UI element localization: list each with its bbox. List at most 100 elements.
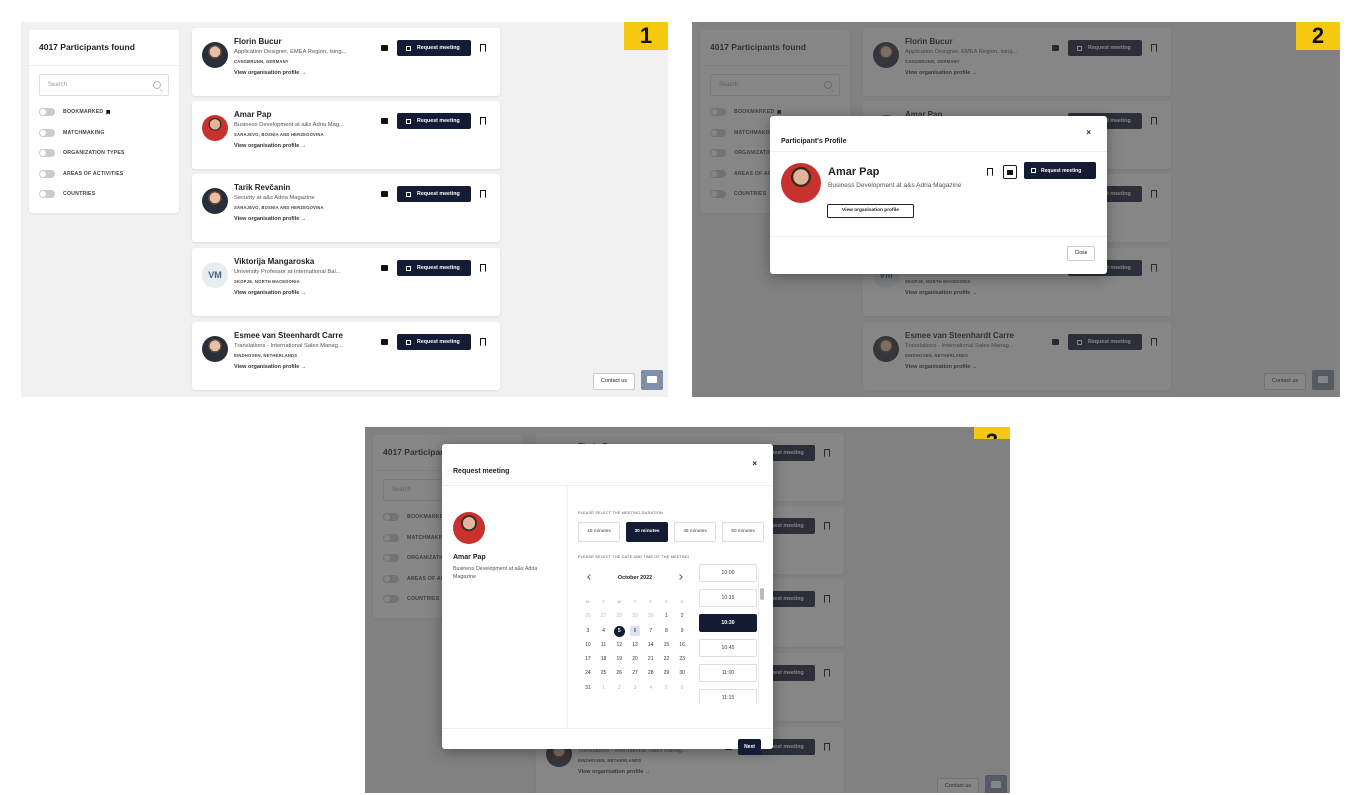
calendar-day[interactable]: 27	[627, 666, 643, 680]
time-slot[interactable]: 10:45	[699, 639, 757, 657]
request-meeting-button[interactable]: Request meeting	[397, 260, 471, 276]
participant-name[interactable]: Tarik Revčanin	[234, 183, 290, 192]
calendar-day[interactable]: 15	[659, 638, 675, 652]
view-organisation-link[interactable]: View organisation profile →	[234, 290, 306, 296]
view-organisation-link[interactable]: View organisation profile →	[234, 70, 306, 76]
filter-toggle-row[interactable]: COUNTRIES	[29, 184, 179, 205]
bookmark-icon[interactable]	[480, 44, 486, 52]
calendar-day[interactable]: 3	[580, 624, 596, 638]
toggle-switch[interactable]	[39, 190, 55, 199]
view-organisation-link[interactable]: View organisation profile →	[234, 216, 306, 222]
calendar-day[interactable]: 9	[674, 624, 690, 638]
chat-icon[interactable]	[381, 191, 388, 197]
calendar-day[interactable]: 31	[580, 681, 596, 695]
chat-icon[interactable]	[381, 265, 388, 271]
time-slot[interactable]: 10:15	[699, 589, 757, 607]
request-meeting-button[interactable]: Request meeting	[397, 40, 471, 56]
duration-option[interactable]: 45 minutes	[674, 522, 716, 542]
calendar-day[interactable]: 29	[627, 609, 643, 623]
participant-name[interactable]: Esmee van Steenhardt Carre	[234, 331, 343, 340]
calendar-day[interactable]: 26	[611, 666, 627, 680]
chat-icon[interactable]	[381, 118, 388, 124]
duration-option[interactable]: 30 minutes	[626, 522, 668, 542]
bookmark-icon[interactable]	[480, 338, 486, 346]
time-slot[interactable]: 11:00	[699, 664, 757, 682]
toggle-switch[interactable]	[39, 149, 55, 158]
bookmark-icon[interactable]	[480, 117, 486, 125]
calendar-day[interactable]: 1	[596, 681, 612, 695]
filter-toggle-row[interactable]: AREAS OF ACTIVITIES	[29, 164, 179, 185]
calendar-day[interactable]: 25	[596, 666, 612, 680]
duration-option[interactable]: 60 minutes	[722, 522, 764, 542]
calendar-day[interactable]: 23	[674, 652, 690, 666]
calendar-day[interactable]: 30	[643, 609, 659, 623]
participant-name[interactable]: Viktorija Mangaroska	[234, 257, 314, 266]
calendar-day[interactable]: 17	[580, 652, 596, 666]
chat-widget-button[interactable]	[641, 370, 663, 390]
request-meeting-button[interactable]: Request meeting	[1024, 162, 1096, 179]
toggle-switch[interactable]	[39, 169, 55, 178]
filter-toggle-row[interactable]: MATCHMAKING	[29, 123, 179, 144]
bookmark-icon[interactable]	[480, 264, 486, 272]
calendar-day[interactable]: 28	[611, 609, 627, 623]
calendar-day[interactable]: 18	[596, 652, 612, 666]
calendar-day[interactable]: 12	[611, 638, 627, 652]
calendar-day[interactable]: 2	[611, 681, 627, 695]
calendar-day[interactable]: 16	[674, 638, 690, 652]
search-input[interactable]: Search	[39, 74, 169, 96]
calendar-day[interactable]: 29	[659, 666, 675, 680]
request-meeting-button[interactable]: Request meeting	[397, 186, 471, 202]
calendar-day[interactable]: 10	[580, 638, 596, 652]
calendar-day[interactable]: 13	[627, 638, 643, 652]
bookmark-icon[interactable]	[480, 190, 486, 198]
calendar-day[interactable]: 6	[627, 624, 643, 638]
chat-icon[interactable]	[381, 339, 388, 345]
calendar-day[interactable]: 7	[643, 624, 659, 638]
close-icon[interactable]: ×	[752, 459, 757, 468]
calendar-day[interactable]: 27	[596, 609, 612, 623]
close-icon[interactable]: ×	[1086, 128, 1091, 137]
calendar-day[interactable]: 6	[674, 681, 690, 695]
calendar-day[interactable]: 19	[611, 652, 627, 666]
calendar-day[interactable]: 8	[659, 624, 675, 638]
time-slot[interactable]: 10:30	[699, 614, 757, 632]
calendar-day[interactable]: 30	[674, 666, 690, 680]
calendar-day[interactable]: 3	[627, 681, 643, 695]
time-slot[interactable]: 11:15	[699, 689, 757, 704]
toggle-switch[interactable]	[39, 108, 55, 117]
chat-icon[interactable]	[381, 45, 388, 51]
participant-name[interactable]: Florin Bucur	[234, 37, 282, 46]
time-slot[interactable]: 10:00	[699, 564, 757, 582]
calendar-day[interactable]: 5	[611, 624, 627, 638]
view-organisation-button[interactable]: View organisation profile	[827, 204, 914, 218]
view-organisation-link[interactable]: View organisation profile →	[234, 143, 306, 149]
request-meeting-button[interactable]: Request meeting	[397, 334, 471, 350]
calendar-day[interactable]: 5	[659, 681, 675, 695]
calendar-day[interactable]: 21	[643, 652, 659, 666]
participant-name[interactable]: Amar Pap	[234, 110, 271, 119]
request-meeting-button[interactable]: Request meeting	[397, 113, 471, 129]
view-organisation-link[interactable]: View organisation profile →	[234, 364, 306, 370]
calendar-day[interactable]: 4	[596, 624, 612, 638]
calendar-month: October 2022	[617, 575, 653, 581]
toggle-switch[interactable]	[39, 128, 55, 137]
contact-us-button[interactable]: Contact us	[593, 373, 635, 390]
calendar-day[interactable]: 24	[580, 666, 596, 680]
calendar-day[interactable]: 14	[643, 638, 659, 652]
next-button[interactable]: Next	[738, 739, 761, 755]
filter-toggle-row[interactable]: BOOKMARKED	[29, 102, 179, 123]
calendar-day[interactable]: 11	[596, 638, 612, 652]
calendar-day[interactable]: 2	[674, 609, 690, 623]
calendar-day[interactable]: 4	[643, 681, 659, 695]
calendar-day[interactable]: 1	[659, 609, 675, 623]
filter-toggle-row[interactable]: ORGANIZATION TYPES	[29, 143, 179, 164]
time-scrollbar[interactable]	[758, 568, 764, 703]
calendar-day[interactable]: 22	[659, 652, 675, 666]
calendar-day[interactable]: 28	[643, 666, 659, 680]
close-button[interactable]: Close	[1067, 246, 1095, 261]
calendar-day[interactable]: 20	[627, 652, 643, 666]
duration-option[interactable]: 15 minutes	[578, 522, 620, 542]
bookmark-icon[interactable]	[987, 168, 993, 176]
calendar-day[interactable]: 26	[580, 609, 596, 623]
chat-icon[interactable]	[1003, 165, 1017, 179]
